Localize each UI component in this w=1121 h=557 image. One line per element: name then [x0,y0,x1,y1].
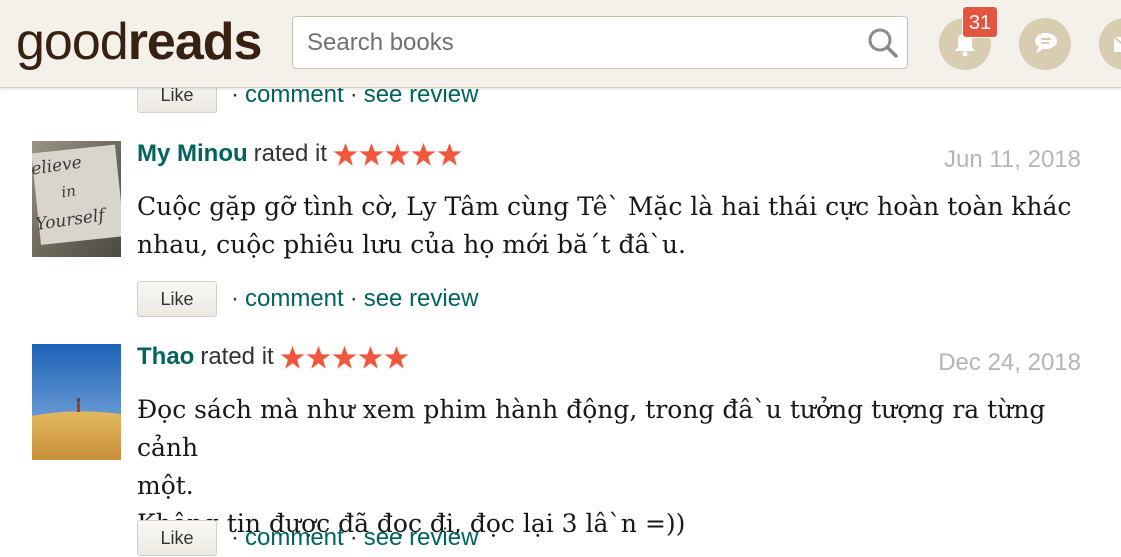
star-icon [385,142,410,166]
review-header: Thao rated it [137,343,410,371]
review-body: Cuộc gặp gỡ tình cờ, Ly Tâm cùng Tê` Mặc… [137,188,1087,264]
rated-it-text: rated it [200,343,274,370]
separator: · [349,524,358,551]
goodreads-logo[interactable]: goodreads [16,10,263,74]
reviewer-name[interactable]: Thao [137,343,194,371]
avatar-image: elieve in Yourself [32,141,121,257]
review-actions: Like · comment · see review [137,520,478,556]
avatar[interactable] [32,344,121,460]
comment-link[interactable]: comment [245,524,344,552]
star-icon [306,345,331,369]
svg-text:in: in [60,182,77,202]
star-icon [411,142,436,166]
reviewer-name[interactable]: My Minou [137,140,248,168]
review-header: My Minou rated it [137,140,463,168]
review-text-line: nhau, cuộc phiêu lưu của họ mới bă´t đâ`… [137,230,686,259]
review-date[interactable]: Dec 24, 2018 [938,349,1081,377]
discussions-button[interactable] [1019,18,1071,70]
notification-count-badge: 31 [962,6,998,38]
star-rating [280,345,410,370]
review-actions: Like · comment · see review [137,281,478,317]
chat-bubbles-icon [1035,33,1057,54]
review-text-line: Đọc sách mà như xem phim hành động, tron… [137,395,1054,462]
avatar[interactable]: elieve in Yourself [32,141,121,257]
envelope-icon [1113,36,1121,52]
comment-link[interactable]: comment [245,285,344,313]
star-icon [333,142,358,166]
see-review-link[interactable]: see review [364,285,479,313]
star-icon [437,142,462,166]
search-icon[interactable] [867,27,899,59]
top-header: goodreads 31 [0,0,1121,88]
star-icon [280,345,305,369]
logo-good-text: good [16,13,129,71]
review-text-line: một. [137,471,194,500]
star-icon [332,345,357,369]
avatar-image [32,344,121,460]
messages-button[interactable] [1099,18,1121,70]
star-icon [359,142,384,166]
review-date[interactable]: Jun 11, 2018 [944,146,1081,174]
like-button[interactable]: Like [137,520,217,556]
separator: · [231,524,239,551]
logo-reads-text: reads [127,13,263,71]
rated-it-text: rated it [253,140,328,167]
search-bar [292,16,908,69]
see-review-link[interactable]: see review [364,524,479,552]
separator: · [231,285,239,312]
star-rating [333,142,463,167]
separator: · [349,285,358,312]
review-text-line: Cuộc gặp gỡ tình cờ, Ly Tâm cùng Tê` Mặc… [137,192,1072,221]
star-icon [384,345,409,369]
like-button[interactable]: Like [137,281,217,317]
star-icon [358,345,383,369]
search-input[interactable] [293,17,881,68]
